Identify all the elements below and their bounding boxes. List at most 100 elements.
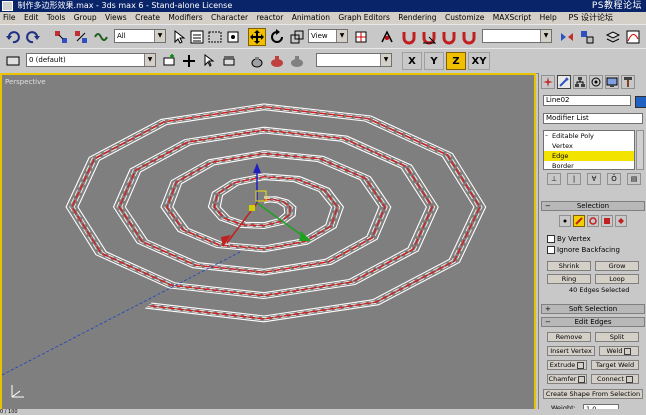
- create-new-layer-button[interactable]: [160, 52, 178, 70]
- curve-editor-button[interactable]: [624, 28, 642, 46]
- soft-selection-rollout-header[interactable]: + Soft Selection: [541, 304, 645, 314]
- stack-scrollbar[interactable]: [636, 130, 644, 170]
- split-button[interactable]: Split: [595, 332, 639, 342]
- loop-button[interactable]: Loop: [595, 274, 639, 284]
- redo-button[interactable]: [24, 28, 42, 46]
- named-selection-sets-dropdown[interactable]: ▼: [482, 29, 552, 43]
- remove-modifier-button[interactable]: Ǒ: [607, 173, 621, 185]
- select-object-button[interactable]: [170, 28, 188, 46]
- selection-rollout-header[interactable]: − Selection: [541, 201, 645, 211]
- menu-customize[interactable]: Customize: [445, 13, 484, 22]
- restrict-z-button[interactable]: Z: [446, 52, 466, 70]
- pivot-center-button[interactable]: [352, 28, 370, 46]
- select-and-scale-button[interactable]: [288, 28, 306, 46]
- perspective-viewport[interactable]: Perspective: [0, 73, 536, 412]
- menu-modifiers[interactable]: Modifiers: [168, 13, 202, 22]
- quick-render-button[interactable]: [288, 52, 306, 70]
- tab-motion[interactable]: [589, 75, 603, 89]
- spiral-model[interactable]: [2, 75, 534, 410]
- mirror-button[interactable]: [558, 28, 576, 46]
- restrict-xy-button[interactable]: XY: [468, 52, 490, 70]
- target-weld-button[interactable]: Target Weld: [591, 360, 639, 370]
- menu-character[interactable]: Character: [211, 13, 248, 22]
- menu-help[interactable]: Help: [540, 13, 557, 22]
- select-in-layer-button[interactable]: [200, 52, 218, 70]
- select-and-rotate-button[interactable]: [268, 28, 286, 46]
- element-mode-button[interactable]: [615, 215, 627, 227]
- make-unique-button[interactable]: ∀: [587, 173, 601, 185]
- edit-edges-rollout-header[interactable]: − Edit Edges: [541, 317, 645, 327]
- unlink-selection-button[interactable]: [72, 28, 90, 46]
- layer-properties-button[interactable]: [4, 52, 22, 70]
- menu-edit[interactable]: Edit: [24, 13, 39, 22]
- stack-item-vertex[interactable]: Vertex: [544, 141, 634, 151]
- vertex-mode-button[interactable]: [559, 215, 571, 227]
- angle-snap-button[interactable]: [420, 28, 438, 46]
- show-end-result-button[interactable]: |: [567, 173, 581, 185]
- restrict-x-button[interactable]: X: [402, 52, 422, 70]
- menu-group[interactable]: Group: [74, 13, 97, 22]
- modifier-list-dropdown[interactable]: Modifier List: [543, 113, 643, 124]
- tab-modify[interactable]: [557, 75, 571, 89]
- stack-item-border[interactable]: Border: [544, 161, 634, 171]
- object-color-swatch[interactable]: [635, 96, 646, 108]
- select-and-move-button[interactable]: [248, 28, 266, 46]
- ignore-backfacing-checkbox[interactable]: Ignore Backfacing: [547, 246, 620, 255]
- stack-item-editable-poly[interactable]: – Editable Poly: [544, 131, 634, 141]
- extrude-button[interactable]: Extrude: [547, 360, 587, 370]
- menu-create[interactable]: Create: [135, 13, 160, 22]
- menu-tools[interactable]: Tools: [47, 13, 65, 22]
- select-by-name-button[interactable]: [188, 28, 206, 46]
- connect-button[interactable]: Connect: [591, 374, 639, 384]
- pin-stack-button[interactable]: ⊥: [547, 173, 561, 185]
- percent-snap-button[interactable]: [440, 28, 458, 46]
- menu-animation[interactable]: Animation: [292, 13, 330, 22]
- object-name-field[interactable]: Line02: [543, 95, 631, 106]
- spinner-snap-button[interactable]: [460, 28, 478, 46]
- select-and-link-button[interactable]: [52, 28, 70, 46]
- reference-coordinate-dropdown[interactable]: View ▼: [308, 29, 348, 43]
- render-scene-button[interactable]: [268, 52, 286, 70]
- tab-utilities[interactable]: [621, 75, 635, 89]
- remove-button[interactable]: Remove: [547, 332, 591, 342]
- polygon-mode-button[interactable]: [601, 215, 613, 227]
- bind-space-warp-button[interactable]: [92, 28, 110, 46]
- chamfer-button[interactable]: Chamfer: [547, 374, 587, 384]
- configure-sets-button[interactable]: ▤: [627, 173, 641, 185]
- stack-item-edge[interactable]: Edge: [544, 151, 634, 161]
- tab-display[interactable]: [605, 75, 619, 89]
- grow-button[interactable]: Grow: [595, 261, 639, 271]
- align-button[interactable]: [578, 28, 596, 46]
- menu-maxscript[interactable]: MAXScript: [493, 13, 532, 22]
- rectangular-selection-button[interactable]: [206, 28, 224, 46]
- create-shape-button[interactable]: Create Shape From Selection: [543, 389, 643, 399]
- menu-graph-editors[interactable]: Graph Editors: [338, 13, 390, 22]
- window-crossing-button[interactable]: [224, 28, 242, 46]
- tab-create[interactable]: [541, 75, 555, 89]
- render-type-dropdown[interactable]: ▼: [316, 53, 392, 67]
- border-mode-button[interactable]: [587, 215, 599, 227]
- snaps-toggle-button[interactable]: [400, 28, 418, 46]
- menu-reactor[interactable]: reactor: [256, 13, 283, 22]
- insert-vertex-button[interactable]: Insert Vertex: [547, 346, 595, 356]
- set-current-layer-button[interactable]: [220, 52, 238, 70]
- by-vertex-checkbox[interactable]: By Vertex: [547, 235, 591, 244]
- ring-button[interactable]: Ring: [547, 274, 591, 284]
- menu-rendering[interactable]: Rendering: [398, 13, 436, 22]
- undo-button[interactable]: [4, 28, 22, 46]
- shrink-button[interactable]: Shrink: [547, 261, 591, 271]
- menu-views[interactable]: Views: [105, 13, 127, 22]
- layer-manager-button[interactable]: [604, 28, 622, 46]
- tab-hierarchy[interactable]: [573, 75, 587, 89]
- restrict-y-button[interactable]: Y: [424, 52, 444, 70]
- layer-dropdown[interactable]: 0 (default) ▼: [26, 53, 156, 67]
- material-editor-button[interactable]: [248, 52, 266, 70]
- add-to-layer-button[interactable]: [180, 52, 198, 70]
- select-and-manipulate-button[interactable]: [378, 28, 396, 46]
- display-icon: [606, 77, 618, 87]
- move-gizmo[interactable]: [221, 163, 311, 247]
- weld-button[interactable]: Weld: [599, 346, 639, 356]
- edge-mode-button[interactable]: [573, 215, 585, 227]
- selection-filter-dropdown[interactable]: All ▼: [114, 29, 166, 43]
- menu-file[interactable]: File: [3, 13, 16, 22]
